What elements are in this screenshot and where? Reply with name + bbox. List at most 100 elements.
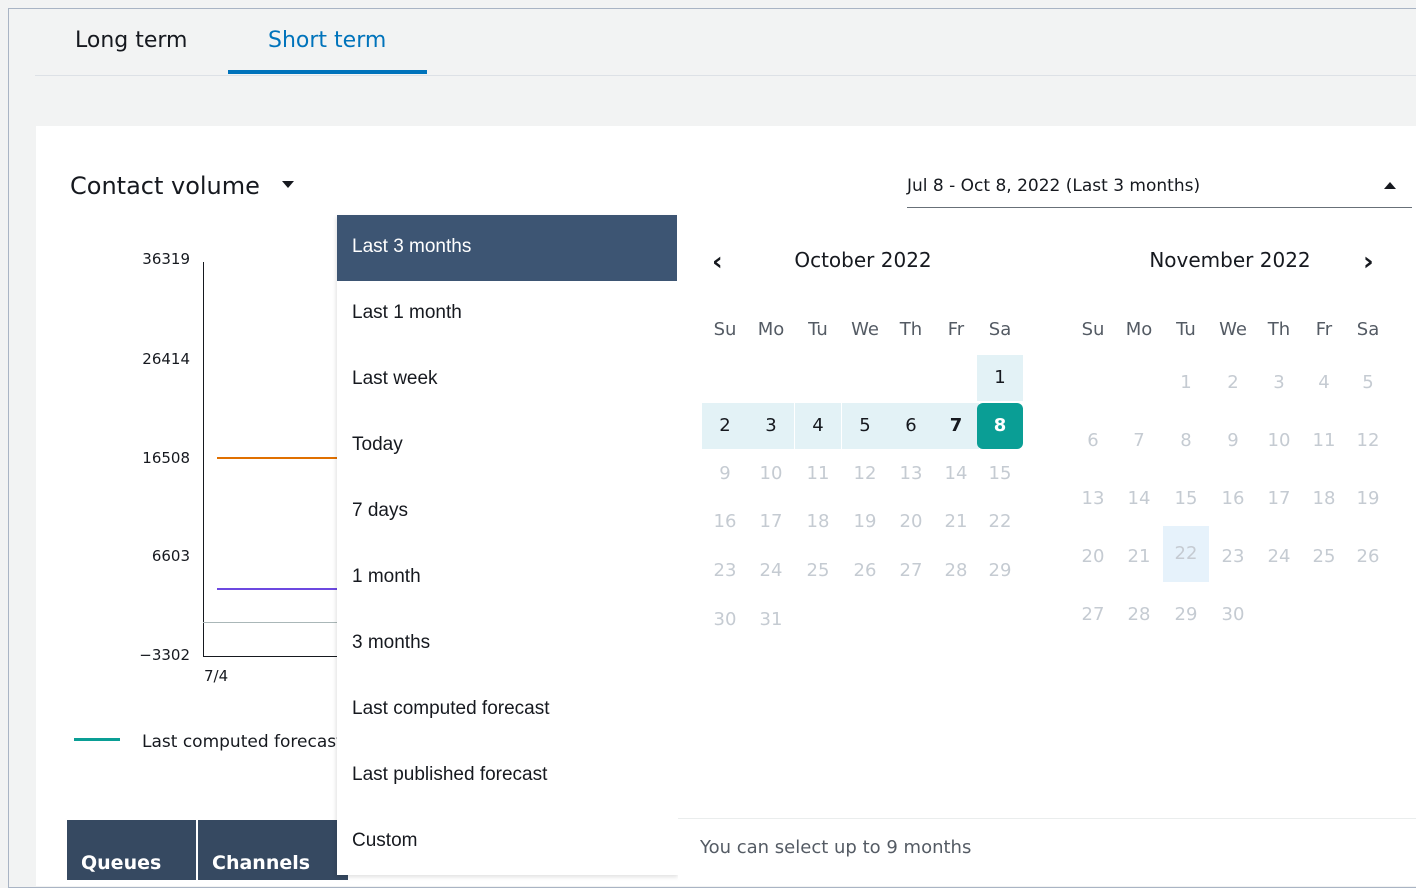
menu-item-1-month[interactable]: 1 month (337, 545, 677, 611)
legend-label[interactable]: Last computed forecast (142, 732, 342, 752)
october-day-24[interactable]: 24 (748, 548, 794, 594)
november-day-8[interactable]: 8 (1163, 418, 1209, 464)
metric-selector-label[interactable]: Contact volume (70, 172, 260, 200)
october-day-5[interactable]: 5 (842, 403, 888, 449)
october-day-25[interactable]: 25 (795, 548, 841, 594)
november-day-7[interactable]: 7 (1116, 418, 1162, 464)
tab-long-term[interactable]: Long term (75, 28, 187, 53)
october-day-8[interactable]: 8 (977, 403, 1023, 449)
table-header-channels[interactable]: Channels (198, 820, 348, 880)
october-day-21[interactable]: 21 (933, 499, 979, 545)
october-day-19[interactable]: 19 (842, 499, 888, 545)
november-weekday-th: Th (1267, 319, 1291, 340)
x-axis (203, 656, 343, 657)
november-day-18[interactable]: 18 (1301, 476, 1347, 522)
november-day-10[interactable]: 10 (1256, 418, 1302, 464)
y-tick-label: 36319 (142, 250, 190, 268)
october-day-10[interactable]: 10 (748, 451, 794, 497)
november-day-30[interactable]: 30 (1210, 592, 1256, 638)
october-day-2[interactable]: 2 (702, 403, 748, 449)
november-day-26[interactable]: 26 (1345, 534, 1391, 580)
date-range-value: Jul 8 - Oct 8, 2022 (Last 3 months) (907, 176, 1201, 196)
november-day-20[interactable]: 20 (1070, 534, 1116, 580)
october-day-27[interactable]: 27 (888, 548, 934, 594)
table-header-queues[interactable]: Queues (67, 820, 196, 880)
november-day-23[interactable]: 23 (1210, 534, 1256, 580)
chevron-left-icon[interactable]: ‹ (712, 247, 723, 277)
october-day-4[interactable]: 4 (795, 403, 841, 449)
november-day-5[interactable]: 5 (1345, 360, 1391, 406)
october-weekday-mo: Mo (757, 319, 785, 340)
october-weekday-tu: Tu (808, 319, 828, 340)
left-month-title: October 2022 (794, 248, 932, 272)
menu-item-label: 7 days (352, 500, 408, 521)
november-day-15[interactable]: 15 (1163, 476, 1209, 522)
menu-item-today[interactable]: Today (337, 413, 677, 479)
october-day-9[interactable]: 9 (702, 451, 748, 497)
october-day-3[interactable]: 3 (748, 403, 794, 449)
menu-item-custom[interactable]: Custom (337, 809, 677, 875)
october-day-7[interactable]: 7 (933, 403, 979, 449)
october-day-13[interactable]: 13 (888, 451, 934, 497)
october-weekday-sa: Sa (988, 319, 1012, 340)
october-day-31[interactable]: 31 (748, 597, 794, 643)
october-day-11[interactable]: 11 (795, 451, 841, 497)
november-day-17[interactable]: 17 (1256, 476, 1302, 522)
november-day-22[interactable]: 22 (1163, 526, 1209, 582)
november-day-4[interactable]: 4 (1301, 360, 1347, 406)
november-day-12[interactable]: 12 (1345, 418, 1391, 464)
october-day-1[interactable]: 1 (977, 355, 1023, 401)
october-day-22[interactable]: 22 (977, 499, 1023, 545)
series-line-purple (217, 588, 339, 590)
november-day-29[interactable]: 29 (1163, 592, 1209, 638)
october-day-16[interactable]: 16 (702, 499, 748, 545)
november-day-19[interactable]: 19 (1345, 476, 1391, 522)
date-range-select[interactable]: Jul 8 - Oct 8, 2022 (Last 3 months) (907, 172, 1412, 208)
october-day-23[interactable]: 23 (702, 548, 748, 594)
october-day-20[interactable]: 20 (888, 499, 934, 545)
november-day-27[interactable]: 27 (1070, 592, 1116, 638)
caret-down-icon[interactable] (282, 181, 294, 188)
chevron-right-icon[interactable]: › (1363, 247, 1374, 277)
november-weekday-sa: Sa (1356, 319, 1380, 340)
menu-item-last-published-forecast[interactable]: Last published forecast (337, 743, 677, 809)
october-day-26[interactable]: 26 (842, 548, 888, 594)
november-day-1[interactable]: 1 (1163, 360, 1209, 406)
menu-item-last-week[interactable]: Last week (337, 347, 677, 413)
november-weekday-fr: Fr (1315, 319, 1333, 340)
caret-up-icon (1384, 182, 1396, 189)
october-day-17[interactable]: 17 (748, 499, 794, 545)
menu-item-label: 1 month (352, 566, 421, 587)
october-day-28[interactable]: 28 (933, 548, 979, 594)
november-weekday-tu: Tu (1176, 319, 1196, 340)
menu-item-3-months[interactable]: 3 months (337, 611, 677, 677)
november-day-11[interactable]: 11 (1301, 418, 1347, 464)
october-day-15[interactable]: 15 (977, 451, 1023, 497)
november-day-28[interactable]: 28 (1116, 592, 1162, 638)
november-day-14[interactable]: 14 (1116, 476, 1162, 522)
y-tick-label: −3302 (139, 646, 190, 664)
menu-item-7-days[interactable]: 7 days (337, 479, 677, 545)
october-day-18[interactable]: 18 (795, 499, 841, 545)
right-month-title: November 2022 (1149, 248, 1311, 272)
november-day-6[interactable]: 6 (1070, 418, 1116, 464)
november-day-3[interactable]: 3 (1256, 360, 1302, 406)
november-weekday-su: Su (1081, 319, 1105, 340)
november-day-21[interactable]: 21 (1116, 534, 1162, 580)
menu-item-last-3-months[interactable]: Last 3 months (337, 215, 677, 281)
october-day-30[interactable]: 30 (702, 597, 748, 643)
november-day-16[interactable]: 16 (1210, 476, 1256, 522)
menu-item-last-1-month[interactable]: Last 1 month (337, 281, 677, 347)
november-day-13[interactable]: 13 (1070, 476, 1116, 522)
october-day-12[interactable]: 12 (842, 451, 888, 497)
menu-item-last-computed-forecast[interactable]: Last computed forecast (337, 677, 677, 743)
calendar-footer: You can select up to 9 months (678, 818, 1416, 879)
october-day-29[interactable]: 29 (977, 548, 1023, 594)
november-day-2[interactable]: 2 (1210, 360, 1256, 406)
october-day-14[interactable]: 14 (933, 451, 979, 497)
tab-short-term[interactable]: Short term (268, 28, 386, 53)
november-day-24[interactable]: 24 (1256, 534, 1302, 580)
november-day-25[interactable]: 25 (1301, 534, 1347, 580)
november-day-9[interactable]: 9 (1210, 418, 1256, 464)
october-day-6[interactable]: 6 (888, 403, 934, 449)
